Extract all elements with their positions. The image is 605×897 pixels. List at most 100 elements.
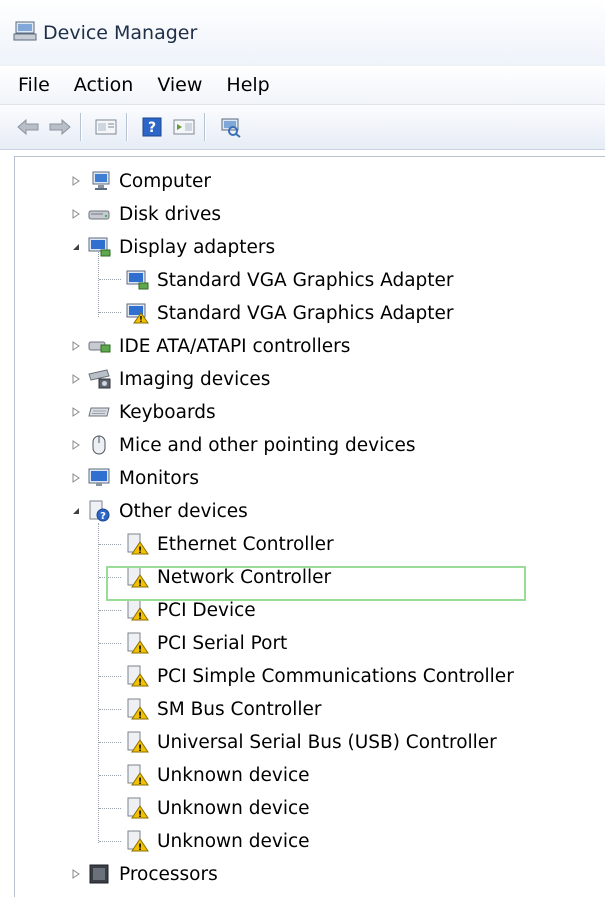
display-adapter-warning-icon: !	[125, 301, 149, 325]
display-adapter-icon	[87, 235, 111, 259]
expand-arrow-icon[interactable]	[71, 868, 81, 880]
device-warning-icon: !	[125, 730, 149, 754]
tree-item-label: Computer	[119, 170, 211, 192]
tree-item-label: Unknown device	[157, 797, 310, 819]
tree-item-label: PCI Simple Communications Controller	[157, 665, 514, 687]
menu-help[interactable]: Help	[222, 72, 273, 98]
tree-item-imaging-devices[interactable]: Imaging devices	[71, 363, 270, 395]
device-warning-icon: !	[125, 829, 149, 853]
svg-text:!: !	[138, 645, 142, 655]
svg-text:!: !	[138, 777, 142, 787]
tree-item-pci-simple-comm-controller[interactable]: ! PCI Simple Communications Controller	[125, 660, 514, 692]
action-pane-icon[interactable]	[170, 113, 198, 141]
expand-arrow-icon[interactable]	[71, 340, 81, 352]
menu-view[interactable]: View	[153, 72, 206, 98]
tree-item-label: Monitors	[119, 467, 199, 489]
device-warning-icon: !	[125, 631, 149, 655]
tree-item-sm-bus-controller[interactable]: ! SM Bus Controller	[125, 693, 322, 725]
scanner-camera-icon	[87, 367, 111, 391]
tree-item-label: Keyboards	[119, 401, 216, 423]
tree-item-unknown-device-1[interactable]: ! Unknown device	[125, 759, 310, 791]
forward-arrow-icon[interactable]	[46, 113, 74, 141]
svg-text:!: !	[138, 810, 142, 820]
expand-arrow-icon[interactable]	[71, 406, 81, 418]
disk-drive-icon	[87, 202, 111, 226]
toolbar-separator	[204, 113, 206, 141]
tree-item-other-devices[interactable]: ? Other devices	[71, 495, 248, 527]
svg-text:!: !	[138, 612, 142, 622]
tree-item-label: Display adapters	[119, 236, 276, 258]
scan-hardware-icon[interactable]	[216, 113, 244, 141]
mouse-icon	[87, 433, 111, 457]
device-warning-icon: !	[125, 598, 149, 622]
menu-action[interactable]: Action	[70, 72, 138, 98]
tree-item-processors[interactable]: Processors	[71, 858, 218, 890]
tree-connector	[99, 676, 121, 678]
tree-connector	[99, 709, 121, 711]
svg-text:!: !	[138, 546, 142, 556]
tree-item-label: Other devices	[119, 500, 248, 522]
keyboard-icon	[87, 400, 111, 424]
tree-item-label: Unknown device	[157, 830, 310, 852]
collapse-arrow-icon[interactable]	[71, 505, 81, 517]
expand-arrow-icon[interactable]	[71, 373, 81, 385]
expand-arrow-icon[interactable]	[71, 439, 81, 451]
tree-item-mice[interactable]: Mice and other pointing devices	[71, 429, 415, 461]
expand-arrow-icon[interactable]	[71, 472, 81, 484]
device-warning-icon: !	[125, 796, 149, 820]
help-icon[interactable]: ?	[138, 113, 166, 141]
tree-item-label: SM Bus Controller	[157, 698, 322, 720]
tree-item-vga-adapter-2[interactable]: ! Standard VGA Graphics Adapter	[125, 297, 454, 329]
tree-connector	[99, 841, 121, 843]
tree-item-label: Universal Serial Bus (USB) Controller	[157, 731, 497, 753]
svg-text:!: !	[138, 711, 142, 721]
tree-item-vga-adapter-1[interactable]: Standard VGA Graphics Adapter	[125, 264, 454, 296]
monitor-icon	[87, 466, 111, 490]
tree-item-monitors[interactable]: Monitors	[71, 462, 199, 494]
menu-file[interactable]: File	[14, 72, 54, 98]
tree-item-label: Mice and other pointing devices	[119, 434, 416, 456]
tree-connector	[99, 312, 121, 314]
tree-connector	[99, 610, 121, 612]
collapse-arrow-icon[interactable]	[71, 241, 81, 253]
tree-item-display-adapters[interactable]: Display adapters	[71, 231, 275, 263]
tree-item-label: PCI Serial Port	[157, 632, 288, 654]
properties-pane-icon[interactable]	[92, 113, 120, 141]
tree-item-unknown-device-2[interactable]: ! Unknown device	[125, 792, 310, 824]
toolbar-separator	[80, 113, 82, 141]
processor-icon	[87, 862, 111, 886]
tree-item-ethernet-controller[interactable]: ! Ethernet Controller	[125, 528, 334, 560]
svg-text:!: !	[138, 678, 142, 688]
ide-controller-icon	[87, 334, 111, 358]
tree-item-label: Ethernet Controller	[157, 533, 334, 555]
menu-bar: File Action View Help	[0, 66, 605, 105]
tree-item-unknown-device-3[interactable]: ! Unknown device	[125, 825, 310, 857]
title-bar: Device Manager	[0, 0, 605, 66]
tree-item-usb-controller[interactable]: ! Universal Serial Bus (USB) Controller	[125, 726, 497, 758]
svg-text:!: !	[138, 843, 142, 853]
svg-text:?: ?	[100, 511, 106, 522]
toolbar: ?	[0, 105, 605, 150]
svg-text:?: ?	[148, 120, 156, 136]
tree-item-label: Processors	[119, 863, 218, 885]
expand-arrow-icon[interactable]	[71, 208, 81, 220]
tree-item-keyboards[interactable]: Keyboards	[71, 396, 216, 428]
device-tree[interactable]: Computer Disk drives Display adapters St…	[14, 156, 605, 897]
tree-item-computer[interactable]: Computer	[71, 165, 211, 197]
tree-connector	[99, 775, 121, 777]
tree-item-label: Standard VGA Graphics Adapter	[157, 302, 454, 324]
tree-connector	[99, 643, 121, 645]
computer-icon	[87, 169, 111, 193]
tree-item-disk-drives[interactable]: Disk drives	[71, 198, 221, 230]
tree-connector	[99, 808, 121, 810]
tree-item-ide-controllers[interactable]: IDE ATA/ATAPI controllers	[71, 330, 350, 362]
tree-item-pci-serial-port[interactable]: ! PCI Serial Port	[125, 627, 287, 659]
tree-item-label: IDE ATA/ATAPI controllers	[119, 335, 351, 357]
tree-item-label: Unknown device	[157, 764, 310, 786]
tree-item-label: Imaging devices	[119, 368, 271, 390]
tree-connector	[99, 279, 121, 281]
tree-item-label: Disk drives	[119, 203, 222, 225]
window-title: Device Manager	[43, 22, 198, 44]
expand-arrow-icon[interactable]	[71, 175, 81, 187]
back-arrow-icon[interactable]	[14, 113, 42, 141]
